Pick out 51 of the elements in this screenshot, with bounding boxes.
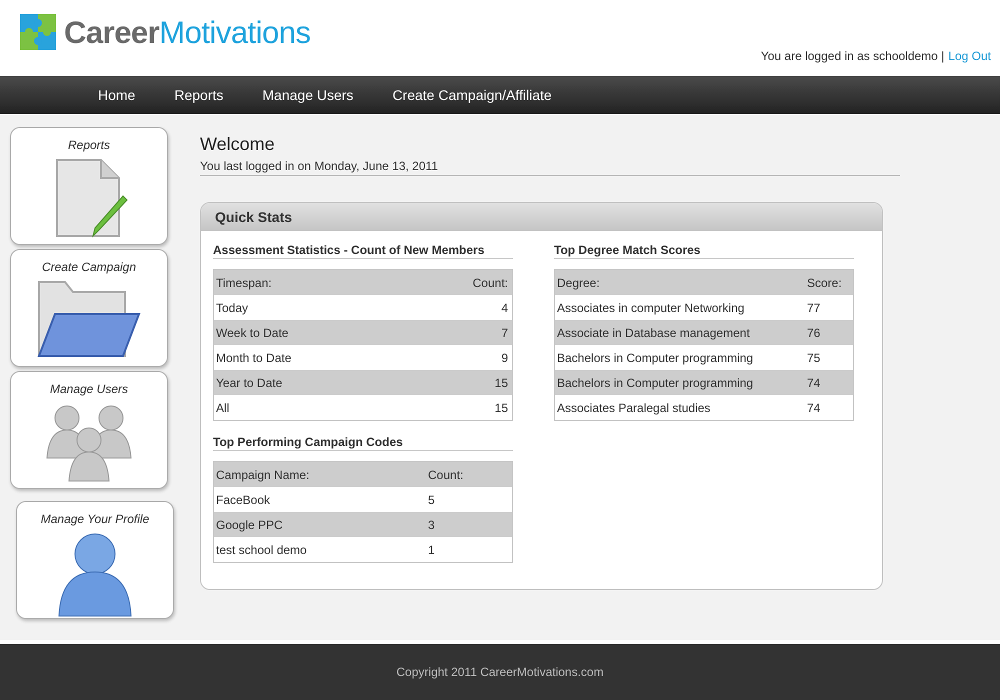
column-header: Campaign Name: — [214, 462, 426, 487]
column-header: Score: — [805, 270, 854, 295]
login-status-text: You are logged in as schooldemo | — [760, 49, 944, 63]
table-cell: 5 — [426, 487, 512, 512]
table-cell: Associates in computer Networking — [554, 295, 805, 320]
sidebar-card[interactable]: Create Campaign — [10, 249, 168, 367]
nav-link[interactable]: Reports — [174, 87, 224, 103]
table-cell: 75 — [805, 345, 854, 370]
nav-link[interactable]: Manage Users — [262, 87, 354, 103]
sidebar-card[interactable]: Manage Your Profile — [16, 501, 174, 619]
welcome-heading: Welcome — [200, 134, 276, 155]
table-cell: Month to Date — [214, 345, 412, 370]
sidebar-card[interactable]: Manage Users — [10, 371, 168, 489]
table-cell: All — [214, 395, 412, 420]
nav-link[interactable]: Create Campaign/Affiliate — [392, 87, 552, 103]
table-cell: 9 — [411, 345, 512, 370]
table-cell: 7 — [411, 320, 512, 345]
panel-header: Quick Stats — [201, 203, 882, 231]
table-cell: Today — [214, 295, 412, 320]
table-title: Top Performing Campaign Codes — [213, 435, 513, 451]
table-cell: 1 — [426, 537, 512, 562]
column-header: Count: — [411, 270, 512, 295]
copyright-text: Copyright 2011 CareerMotivations.com — [396, 665, 604, 679]
sidebar-card[interactable]: Reports — [10, 127, 168, 245]
table-cell: 3 — [426, 512, 512, 537]
table-cell: 74 — [805, 395, 854, 420]
table-title: Top Degree Match Scores — [554, 243, 854, 259]
logo-text: CareerMotivations — [64, 15, 311, 51]
table-cell: Associates Paralegal studies — [554, 395, 805, 420]
table-cell: 15 — [411, 395, 512, 420]
nav-link[interactable]: Home — [98, 87, 136, 103]
table-cell: Week to Date — [214, 320, 412, 345]
table-cell: Bachelors in Computer programming — [554, 345, 805, 370]
column-header: Degree: — [554, 270, 805, 295]
column-header: Count: — [426, 462, 512, 487]
table-cell: Associate in Database management — [554, 320, 805, 345]
table-cell: 77 — [805, 295, 854, 320]
table-cell: test school demo — [214, 537, 426, 562]
table-cell: 15 — [411, 370, 512, 395]
table-cell: 4 — [411, 295, 512, 320]
column-header: Timespan: — [214, 270, 412, 295]
table-title: Assessment Statistics - Count of New Members — [213, 243, 513, 259]
table-cell: Year to Date — [214, 370, 412, 395]
table-cell: Google PPC — [214, 512, 426, 537]
table-cell: 74 — [805, 370, 854, 395]
last-login-text: You last logged in on Monday, June 13, 2011 — [200, 159, 900, 176]
table-cell: Bachelors in Computer programming — [554, 370, 805, 395]
folder-icon — [37, 280, 141, 358]
table-cell: FaceBook — [214, 487, 426, 512]
user-icon — [57, 532, 133, 618]
table-cell: 76 — [805, 320, 854, 345]
